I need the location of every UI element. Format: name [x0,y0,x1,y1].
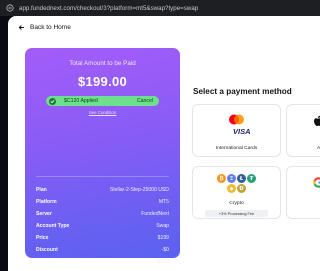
back-to-home-link[interactable]: Back to Home [18,24,71,31]
detail-value: MT5 [158,199,169,205]
total-amount: $199.00 [77,74,128,89]
detail-row-price: Price $199 [36,232,169,244]
mastercard-icon [229,114,244,125]
crypto-coin-icons: ₿ Ξ Ł ₮ ◆ Ð [217,174,257,193]
detail-row-platform: Platform MT5 [36,196,169,208]
ethereum-icon: Ξ [227,174,236,183]
processing-fee-badge: +3% Processing Fee [205,210,268,217]
detail-value: Swap [156,223,169,229]
site-info-icon[interactable] [6,4,14,12]
litecoin-icon: Ł [237,174,246,183]
payment-option-crypto[interactable]: ₿ Ξ Ł ₮ ◆ Ð Crypto +3% Processing Fee [192,166,281,219]
payment-option-label: Crypto [229,201,244,206]
detail-row-account-type: Account Type Swap [36,220,169,232]
total-label: Total Amount to be Paid [69,60,136,67]
payment-option-apple-pay[interactable]: A [286,104,320,157]
detail-value: $199 [157,259,169,265]
card-logos [193,114,280,125]
details-divider [36,176,169,177]
detail-row-server: Server FundedNext [36,208,169,220]
visa-wordmark: VISA [233,127,251,135]
back-link-label: Back to Home [30,24,71,31]
detail-key: Total Amount [36,259,69,265]
apple-icon [314,115,320,126]
payment-option-label: International Cards [215,146,258,151]
see-condition-link[interactable]: See Condition [25,110,180,115]
detail-row-plan: Plan Stellar-2-Step-25000 USD [36,184,169,196]
url-text[interactable]: app.fundednext.com/checkout/3?platform=m… [19,5,198,12]
dogecoin-icon: Ð [237,184,246,193]
detail-key: Account Type [36,223,70,229]
detail-key: Price [36,235,49,241]
visa-icon: VISA [233,127,251,135]
detail-key: Server [36,211,52,217]
check-icon [49,97,56,105]
coupon-text: $C120 Applied [64,98,98,104]
coupon-applied-badge: $C120 Applied Cancel [46,96,159,106]
order-summary-card: Total Amount to be Paid $199.00 $C120 Ap… [25,48,180,265]
detail-key: Discount [36,247,58,253]
detail-value: FundedNext [141,211,169,217]
arrow-left-icon [18,25,25,30]
detail-value: Stellar-2-Step-25000 USD [109,187,169,193]
detail-value: -$0 [161,247,169,253]
detail-value: $199 [157,235,169,241]
detail-row-total: Total Amount $199 [36,256,169,268]
bnb-icon: ◆ [227,184,236,193]
payment-option-international-cards[interactable]: VISA International Cards [192,104,281,157]
google-icon [313,177,320,188]
payment-method-title: Select a payment method [193,87,292,96]
detail-key: Platform [36,199,57,205]
browser-address-bar[interactable]: app.fundednext.com/checkout/3?platform=m… [0,0,320,16]
bitcoin-icon: ₿ [217,174,226,183]
tether-icon: ₮ [247,174,256,183]
cancel-coupon-button[interactable]: Cancel [137,98,153,104]
detail-row-discount: Discount -$0 [36,244,169,256]
payment-option-google-pay[interactable] [286,166,320,219]
detail-key: Plan [36,187,47,193]
order-details: Plan Stellar-2-Step-25000 USD Platform M… [36,176,169,268]
